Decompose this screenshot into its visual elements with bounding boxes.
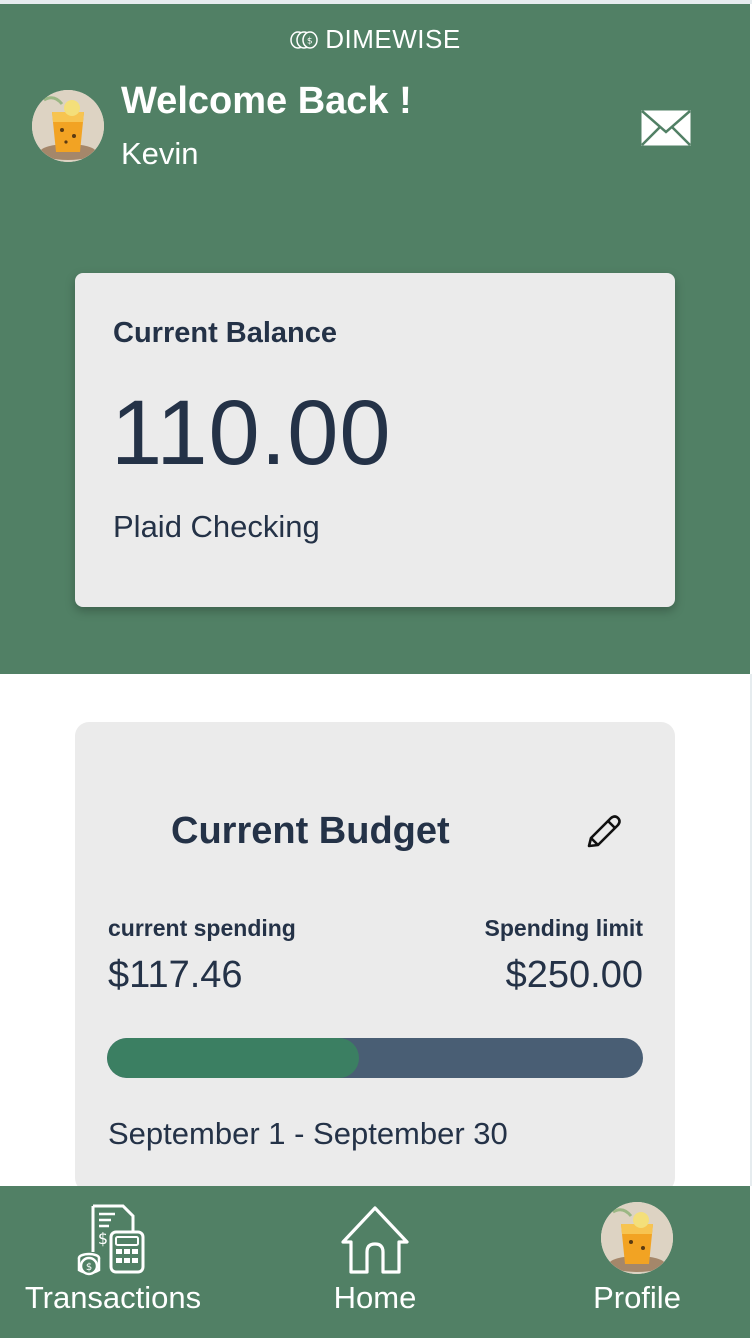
spending-limit-label: Spending limit: [484, 915, 643, 941]
current-spending-label: current spending: [108, 915, 296, 941]
coins-icon: $: [290, 30, 319, 49]
svg-text:$: $: [86, 1262, 92, 1273]
spending-limit-value: $250.00: [505, 954, 643, 996]
avatar[interactable]: [32, 90, 104, 162]
budget-progress-fill: [107, 1038, 359, 1078]
receipt-calculator-icon: $ $: [77, 1204, 145, 1276]
nav-home[interactable]: Home: [300, 1186, 450, 1338]
budget-title: Current Budget: [171, 810, 450, 852]
budget-card: Current Budget current spending Spending…: [75, 722, 675, 1192]
avatar-image: [32, 90, 104, 162]
balance-card: Current Balance 110.00 Plaid Checking: [75, 273, 675, 607]
pencil-icon: [587, 815, 621, 848]
envelope-icon: [641, 110, 691, 146]
welcome-heading: Welcome Back !: [121, 80, 412, 122]
edit-budget-button[interactable]: [581, 810, 625, 854]
balance-account: Plaid Checking: [113, 509, 320, 544]
brand: $ DIMEWISE: [0, 24, 750, 55]
current-spending-value: $117.46: [108, 954, 243, 996]
svg-text:$: $: [98, 1229, 108, 1248]
svg-text:$: $: [307, 36, 313, 46]
nav-profile[interactable]: Profile: [562, 1186, 712, 1338]
mail-button[interactable]: [640, 108, 692, 148]
balance-value: 110.00: [111, 382, 392, 484]
nav-profile-label: Profile: [593, 1280, 681, 1315]
header: $ DIMEWISE Welcome Back ! Kevin Current …: [0, 4, 750, 674]
budget-progress-bar: [107, 1038, 643, 1078]
nav-home-label: Home: [333, 1280, 417, 1315]
nav-transactions-label: Transactions: [24, 1280, 202, 1315]
budget-period: September 1 - September 30: [108, 1116, 508, 1151]
nav-transactions[interactable]: $ $ Transactions: [0, 1186, 226, 1338]
profile-avatar: [601, 1202, 673, 1274]
balance-label: Current Balance: [113, 317, 338, 349]
brand-name: DIMEWISE: [325, 24, 461, 54]
bottom-nav: $ $ Transactions Home Profile: [0, 1186, 750, 1338]
house-icon: [341, 1206, 409, 1274]
username: Kevin: [121, 136, 199, 171]
